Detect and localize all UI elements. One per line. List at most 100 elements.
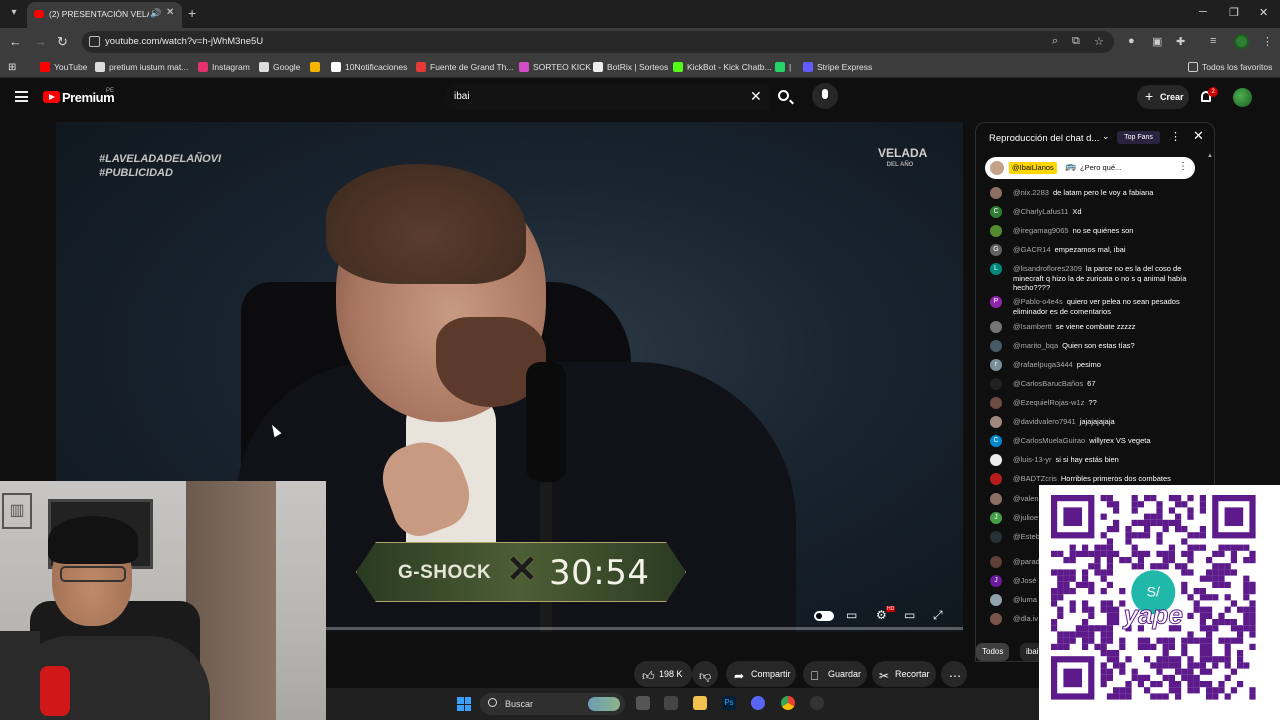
- more-actions-button[interactable]: ⋯: [941, 661, 967, 687]
- subtitles-icon[interactable]: ▭: [846, 608, 857, 622]
- bookmark-favicon-icon: [259, 62, 269, 72]
- search-query[interactable]: ibai: [454, 91, 470, 102]
- chat-more-icon[interactable]: ⋮: [1170, 130, 1181, 143]
- account-avatar[interactable]: [1233, 88, 1252, 107]
- bookmark-item[interactable]: BotRix | Sorteos: [593, 60, 668, 74]
- install-icon[interactable]: ⧉: [1072, 35, 1080, 48]
- like-button[interactable]: 👍︎ 198 K: [634, 661, 692, 687]
- tab-search-button[interactable]: ▾: [6, 5, 22, 21]
- qr-module: [1057, 575, 1064, 582]
- bookmark-item[interactable]: Fuente de Grand Th...: [416, 60, 513, 74]
- qr-module: [1094, 625, 1101, 632]
- qr-module: [1113, 550, 1120, 557]
- new-tab-button[interactable]: +: [188, 5, 196, 21]
- extension-icon[interactable]: ●: [1128, 35, 1135, 47]
- qr-module: [1156, 507, 1163, 514]
- share-arrow-icon: ➦: [734, 669, 745, 683]
- pinned-message[interactable]: @IbaiLlanos 🚌 ¿Pero qué... ⋮: [985, 157, 1195, 179]
- discord-icon[interactable]: [751, 696, 765, 710]
- bookmark-item[interactable]: KickBot - Kick Chatb...: [673, 60, 772, 74]
- dislike-button[interactable]: 👎︎: [692, 661, 718, 687]
- url-text[interactable]: youtube.com/watch?v=h-jWhM3ne5U: [105, 36, 263, 47]
- back-icon[interactable]: ←: [9, 34, 22, 50]
- bookmark-star-icon[interactable]: ☆: [1094, 35, 1104, 48]
- qr-module: [1249, 687, 1256, 694]
- qr-module: [1088, 625, 1095, 632]
- extensions-puzzle-icon[interactable]: ✚: [1176, 35, 1185, 48]
- qr-module: [1187, 662, 1194, 669]
- qr-module: [1212, 619, 1219, 626]
- bookmark-favicon-icon: [310, 62, 320, 72]
- bookmark-item[interactable]: 10Notificaciones: [331, 60, 407, 74]
- top-fans-badge[interactable]: Top Fans: [1117, 131, 1160, 144]
- qr-module: [1131, 519, 1138, 526]
- file-explorer-icon[interactable]: [693, 696, 707, 710]
- countdown-time: 30:54: [549, 553, 650, 593]
- chip-todos[interactable]: Todos: [976, 643, 1010, 661]
- webcam-background-object: [0, 631, 40, 720]
- site-info-icon[interactable]: [89, 36, 100, 47]
- chat-close-icon[interactable]: ✕: [1193, 128, 1204, 144]
- qr-module: [1100, 569, 1107, 576]
- avatar: J: [990, 512, 1002, 524]
- voice-search-button[interactable]: [812, 83, 838, 109]
- fullscreen-icon[interactable]: ⤢: [933, 608, 943, 623]
- save-button[interactable]: ⎕ Guardar: [803, 661, 867, 687]
- hamburger-menu-icon[interactable]: [15, 91, 28, 102]
- chrome-icon[interactable]: [781, 696, 795, 710]
- bookmark-item[interactable]: YouTube: [40, 60, 87, 74]
- taskbar-search[interactable]: Buscar: [480, 693, 625, 715]
- clip-button[interactable]: ✂ Recortar: [872, 661, 936, 687]
- reload-icon[interactable]: ↻: [57, 34, 68, 50]
- bookmark-item[interactable]: |: [775, 60, 791, 74]
- bookmark-label: KickBot - Kick Chatb...: [687, 62, 772, 72]
- theater-mode-icon[interactable]: ▭: [904, 608, 915, 622]
- app-icon[interactable]: [810, 696, 824, 710]
- profile-avatar[interactable]: [1234, 34, 1249, 49]
- address-bar[interactable]: youtube.com/watch?v=h-jWhM3ne5U ⌕ ⧉ ☆: [82, 31, 1114, 53]
- qr-module: [1063, 588, 1070, 595]
- bookmark-item[interactable]: pretium iustum mat...: [95, 60, 188, 74]
- forward-icon[interactable]: →: [34, 34, 47, 50]
- photoshop-icon[interactable]: Ps: [722, 696, 736, 710]
- velada-logo: VELADA DEL AÑO: [878, 147, 927, 171]
- browser-tab-active[interactable]: (2) PRESENTACIÓN VELADA... 🔊 ✕: [27, 2, 182, 28]
- chat-title[interactable]: Reproducción del chat d...: [989, 133, 1099, 144]
- all-favorites[interactable]: Todos los favoritos: [1188, 60, 1272, 74]
- speaker-icon[interactable]: 🔊: [150, 8, 161, 19]
- search-button[interactable]: [769, 84, 801, 110]
- chat-author: @davidvalero7941: [1013, 417, 1076, 426]
- chevron-down-icon[interactable]: ⌄: [1102, 131, 1110, 142]
- qr-module: [1175, 495, 1182, 502]
- tab-strip-icon[interactable]: ≡: [1210, 35, 1216, 47]
- qr-module: [1212, 656, 1219, 663]
- bookmark-item[interactable]: SORTEO KICK: [519, 60, 591, 74]
- pinned-more-icon[interactable]: ⋮: [1178, 161, 1188, 172]
- apps-grid-icon[interactable]: ⊞: [8, 60, 16, 74]
- bookmark-item[interactable]: [310, 60, 324, 74]
- create-button[interactable]: + Crear: [1137, 85, 1189, 109]
- youtube-logo-icon[interactable]: [43, 91, 60, 103]
- bookmark-item[interactable]: Stripe Express: [803, 60, 872, 74]
- search-input[interactable]: ibai ✕: [444, 84, 769, 110]
- app-icon[interactable]: [664, 696, 678, 710]
- task-view-icon[interactable]: [636, 696, 650, 710]
- qr-module: [1212, 687, 1219, 694]
- bookmark-item[interactable]: Instagram: [198, 60, 250, 74]
- autoplay-toggle[interactable]: [814, 611, 834, 621]
- restore-icon[interactable]: ❐: [1229, 6, 1239, 19]
- tab-close-icon[interactable]: ✕: [166, 7, 174, 18]
- qr-module: [1106, 569, 1113, 576]
- extension-icon[interactable]: ▣: [1152, 35, 1162, 48]
- windows-start-icon[interactable]: [457, 697, 471, 711]
- share-button[interactable]: ➦ Compartir: [726, 661, 796, 687]
- bookmark-label: 10Notificaciones: [345, 62, 408, 72]
- bookmark-item[interactable]: Google: [259, 60, 300, 74]
- qr-module: [1063, 581, 1070, 588]
- close-window-icon[interactable]: ✕: [1259, 6, 1268, 19]
- minimize-icon[interactable]: ─: [1199, 6, 1207, 18]
- chat-message-text: @iregamag9065 no se quiénes son: [1013, 226, 1193, 236]
- clear-search-icon[interactable]: ✕: [750, 88, 762, 105]
- browser-menu-icon[interactable]: ⋮: [1262, 35, 1273, 48]
- zoom-icon[interactable]: ⌕: [1052, 35, 1058, 48]
